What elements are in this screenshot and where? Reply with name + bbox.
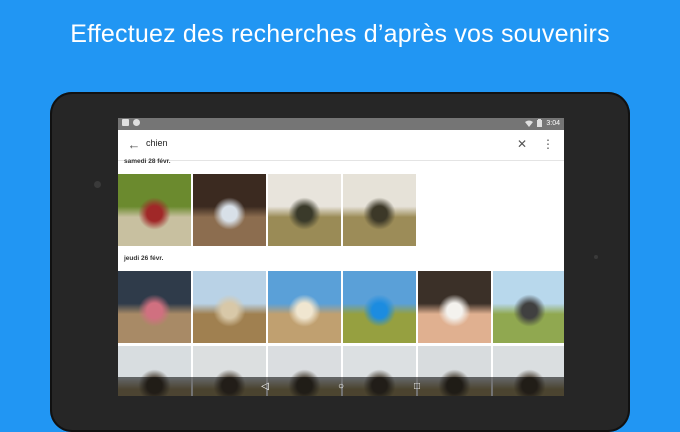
photo-thumbnail[interactable] [193,271,266,343]
navigation-bar: ◁ ○ □ [118,377,564,396]
screen: 3:04 ← chien ✕ ⋮ samedi 28 févr. jeudi 26… [118,118,564,396]
sensor [594,255,598,259]
section-date-label: samedi 28 févr. [124,158,171,165]
photo-thumbnail[interactable] [493,271,564,343]
front-camera [94,181,101,188]
image-icon [122,119,129,126]
headline: Effectuez des recherches d’après vos sou… [70,20,610,48]
photo-thumbnail[interactable] [268,174,341,246]
section-date-label: jeudi 26 févr. [124,255,164,262]
more-vert-icon[interactable]: ⋮ [542,136,554,152]
back-arrow-icon[interactable]: ← [126,137,142,153]
photo-thumbnail[interactable] [343,271,416,343]
battery-icon [537,119,543,127]
photo-thumbnail[interactable] [118,174,191,246]
status-bar: 3:04 [118,118,564,130]
nav-home-button[interactable]: ○ [334,380,348,393]
photo-thumbnail[interactable] [193,174,266,246]
photo-thumbnail[interactable] [418,271,491,343]
search-bar: ← chien ✕ ⋮ [118,130,564,161]
clock: 3:04 [546,119,560,127]
close-icon[interactable]: ✕ [514,136,530,152]
search-input[interactable]: chien [146,138,168,148]
wifi-icon [525,120,534,127]
nav-recents-button[interactable]: □ [410,380,424,393]
notification-icon [133,119,140,126]
nav-back-button[interactable]: ◁ [258,380,272,393]
photo-thumbnail[interactable] [118,271,191,343]
photo-thumbnail[interactable] [343,174,416,246]
photo-thumbnail[interactable] [268,271,341,343]
